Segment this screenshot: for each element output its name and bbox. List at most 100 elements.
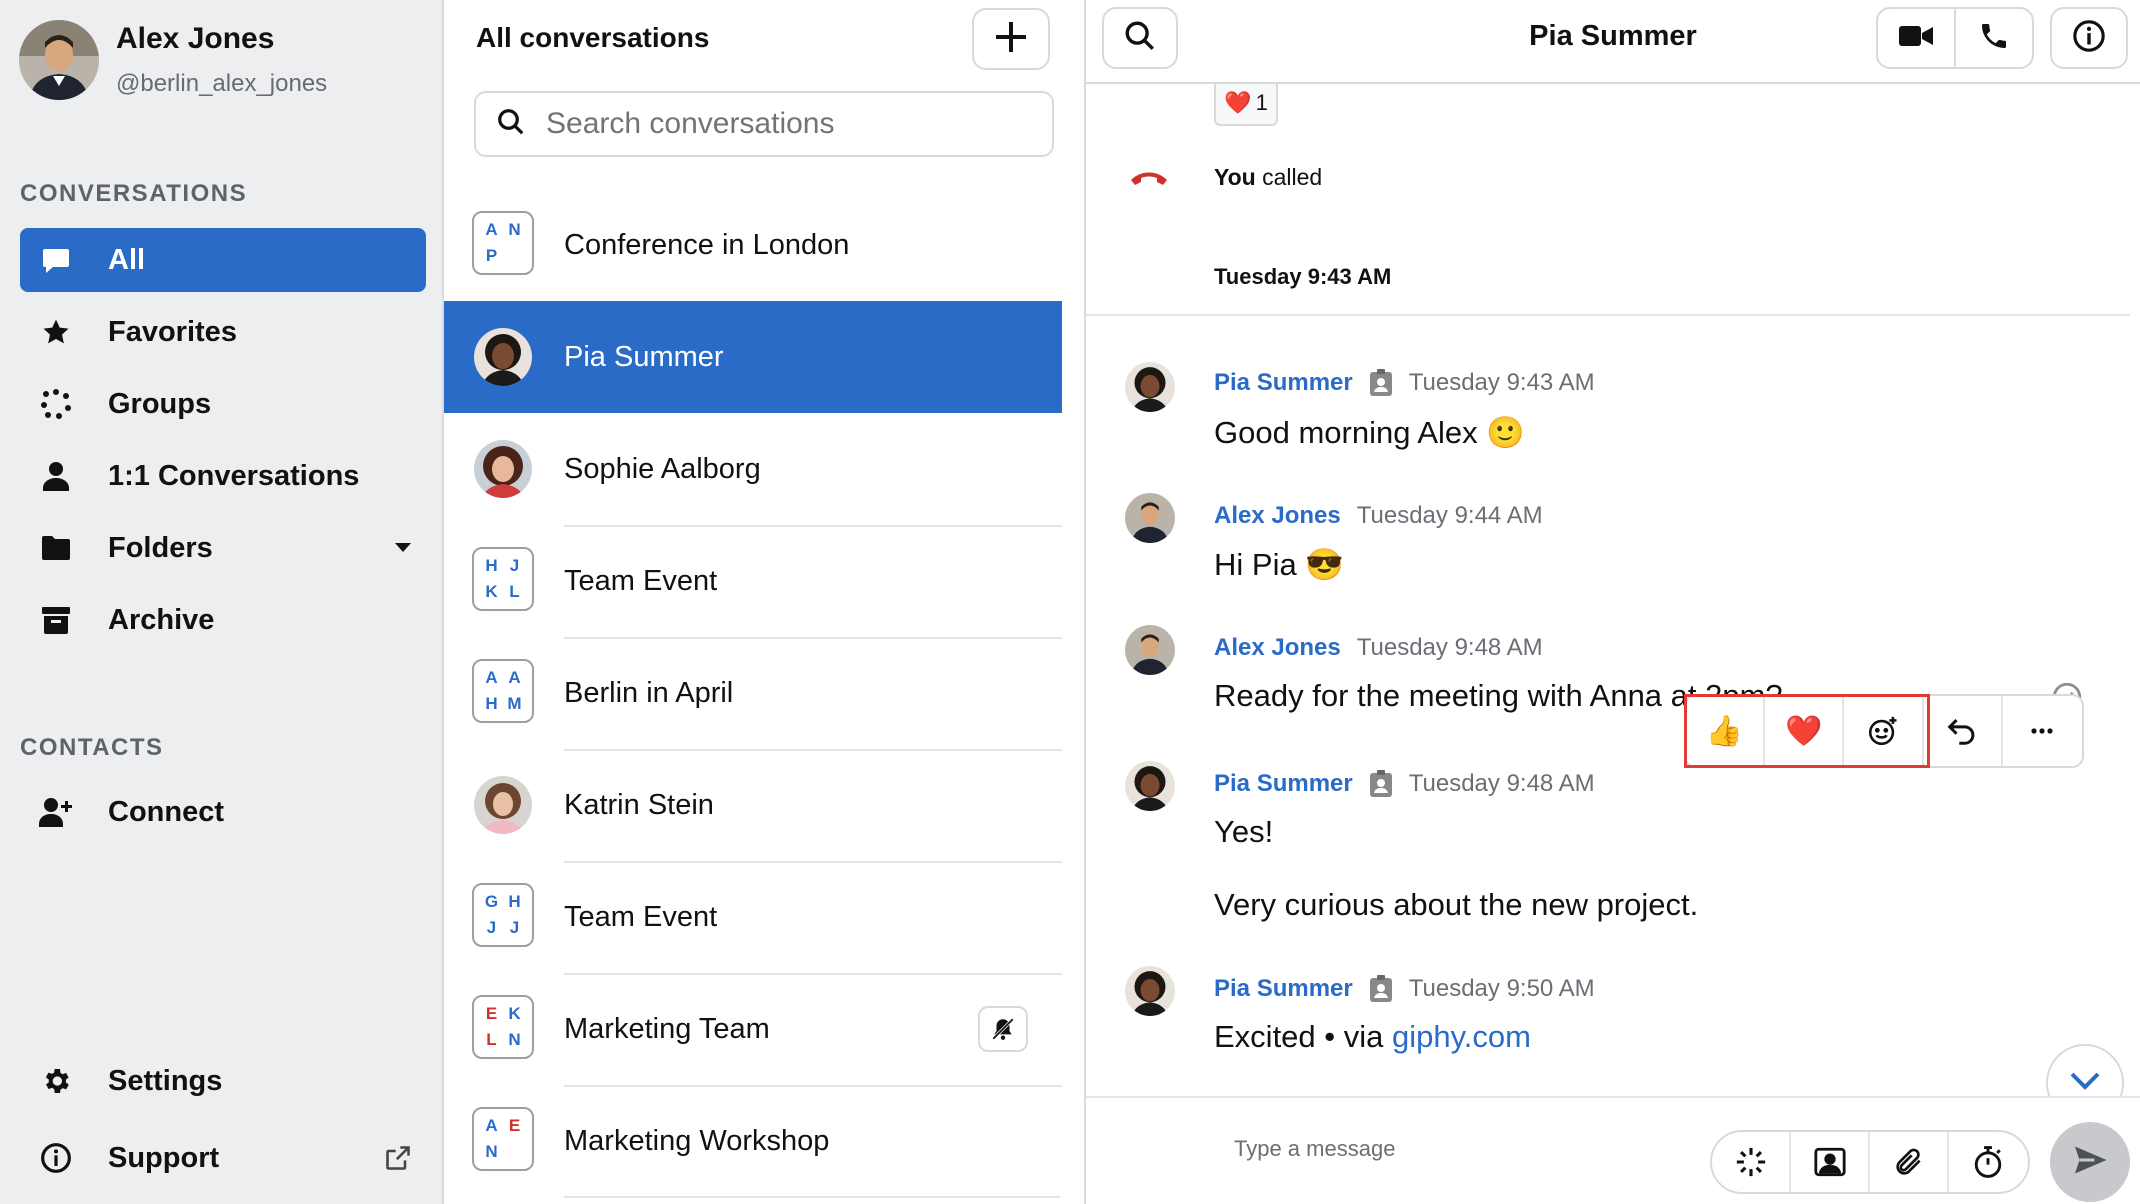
message-text: Good morning Alex 🙂 [1214,415,1525,450]
image-button[interactable] [1791,1132,1870,1192]
avatar-initial: J [486,918,497,937]
user-handle: @berlin_alex_jones [116,70,328,97]
avatar-initial: L [509,582,520,601]
avatar[interactable] [1125,625,1175,675]
video-camera-icon [1898,23,1934,54]
user-avatar[interactable] [19,20,99,100]
list-item[interactable]: H J K L Team Event [444,525,1062,637]
message-author[interactable]: Alex Jones [1214,634,1341,662]
sidebar-item-one-to-one[interactable]: 1:1 Conversations [20,444,426,508]
add-reaction-button[interactable] [1844,696,1924,766]
list-item[interactable]: A E N Marketing Workshop [444,1085,1062,1197]
thumbs-up-reaction-button[interactable]: 👍 [1686,696,1766,766]
sidebar-item-folders[interactable]: Folders [20,516,426,580]
more-options-button[interactable] [2003,696,2082,766]
avatar-initial: K [508,1004,521,1023]
sidebar-item-groups[interactable]: Groups [20,372,426,436]
avatar[interactable] [1125,493,1175,543]
conversation-name: Marketing Team [564,1012,770,1045]
sparkle-button[interactable] [1712,1132,1791,1192]
group-avatar: A A H M [472,659,534,723]
sidebar-item-favorites[interactable]: Favorites [20,300,426,364]
conversation-name: Team Event [564,564,718,597]
avatar[interactable] [1125,761,1175,811]
sidebar-item-connect[interactable]: Connect [20,780,426,844]
chevron-down-icon[interactable] [394,516,412,580]
avatar-initial: E [485,1004,498,1023]
avatar-initial: A [508,668,521,687]
message-author[interactable]: Pia Summer [1214,975,1353,1003]
list-item[interactable]: Sophie Aalborg [444,413,1062,525]
avatar-initial [503,243,526,269]
avatar-initial [503,1139,526,1165]
send-button[interactable] [2050,1122,2130,1202]
avatar[interactable] [1125,362,1175,412]
message-input[interactable]: Type a message [1234,1136,1395,1162]
heart-reaction-button[interactable]: ❤️ [1765,696,1845,766]
giphy-link[interactable]: giphy.com [1392,1019,1531,1054]
audio-call-button[interactable] [1954,7,2034,69]
list-item[interactable]: A N P Conference in London [444,189,1062,301]
message-author[interactable]: Pia Summer [1214,770,1353,798]
divider [1086,314,2130,316]
sidebar-item-label: Support [108,1141,220,1174]
id-badge-icon [1369,975,1393,1003]
hangup-phone-icon [1129,170,1169,191]
message-actions-toolbar: 👍 ❤️ [1684,694,2084,768]
avatar-initial: H [485,694,498,713]
list-item[interactable]: G H J J Team Event [444,861,1062,973]
muted-bell-icon[interactable] [978,1006,1028,1052]
avatar [474,776,532,834]
search-icon [496,107,526,142]
message-author[interactable]: Alex Jones [1214,502,1341,530]
list-item[interactable]: Katrin Stein [444,749,1062,861]
message-meta: Alex Jones Tuesday 9:48 AM [1214,634,1543,662]
list-item-active[interactable]: Pia Summer [444,301,1062,413]
gear-icon [34,1059,78,1103]
sidebar-item-label: Settings [108,1064,223,1097]
message-meta: Pia Summer Tuesday 9:43 AM [1214,369,1595,397]
archive-icon [34,598,78,642]
list-title: All conversations [476,22,710,53]
list-item[interactable]: E K L N Marketing Team [444,973,1062,1085]
paperclip-icon[interactable] [1870,1132,1949,1192]
message-text: Excited • via giphy.com [1214,1019,1531,1055]
list-item[interactable]: A A H M Berlin in April [444,637,1062,749]
sidebar-item-label: All [108,243,146,276]
timer-button[interactable] [1949,1132,2028,1192]
sidebar-item-archive[interactable]: Archive [20,588,426,652]
call-action: called [1262,164,1323,190]
conversation-info-button[interactable] [2050,7,2128,69]
message-list: ❤️ 1 You called Tuesday 9:43 AM Pia Summ… [1086,84,2140,1096]
section-title-conversations: CONVERSATIONS [20,180,248,207]
folder-icon [34,526,78,570]
conversation-name: Berlin in April [564,676,734,709]
conversation-name: Pia Summer [564,340,724,373]
conversation-list-panel: All conversations Search conversations A… [444,0,1086,1204]
message-time: Tuesday 9:44 AM [1356,502,1543,529]
call-event-text: You called [1214,164,1322,191]
reaction-chip[interactable]: ❤️ 1 [1214,84,1278,126]
sidebar-item-all[interactable]: All [20,228,426,292]
search-input[interactable]: Search conversations [474,91,1054,157]
avatar[interactable] [1125,966,1175,1016]
group-avatar: A E N [472,1107,534,1171]
date-separator: Tuesday 9:43 AM [1214,264,1392,289]
avatar-initial: J [509,556,520,575]
call-actor: You [1214,164,1256,190]
message-author[interactable]: Pia Summer [1214,369,1353,397]
sidebar-item-support[interactable]: Support [20,1126,426,1190]
divider [564,1196,1060,1198]
conversation-name: Sophie Aalborg [564,452,761,485]
avatar-initial: G [484,892,499,911]
message-text: Yes! [1214,814,1274,849]
new-conversation-button[interactable] [972,8,1050,70]
avatar-initial: P [485,246,498,265]
info-circle-icon [2072,19,2106,58]
scroll-to-bottom-button[interactable] [2046,1044,2124,1096]
video-call-button[interactable] [1876,7,1956,69]
sidebar-item-settings[interactable]: Settings [20,1049,426,1113]
avatar-initial: N [508,220,521,239]
plus-icon [994,20,1028,59]
reply-button[interactable] [1924,696,2003,766]
